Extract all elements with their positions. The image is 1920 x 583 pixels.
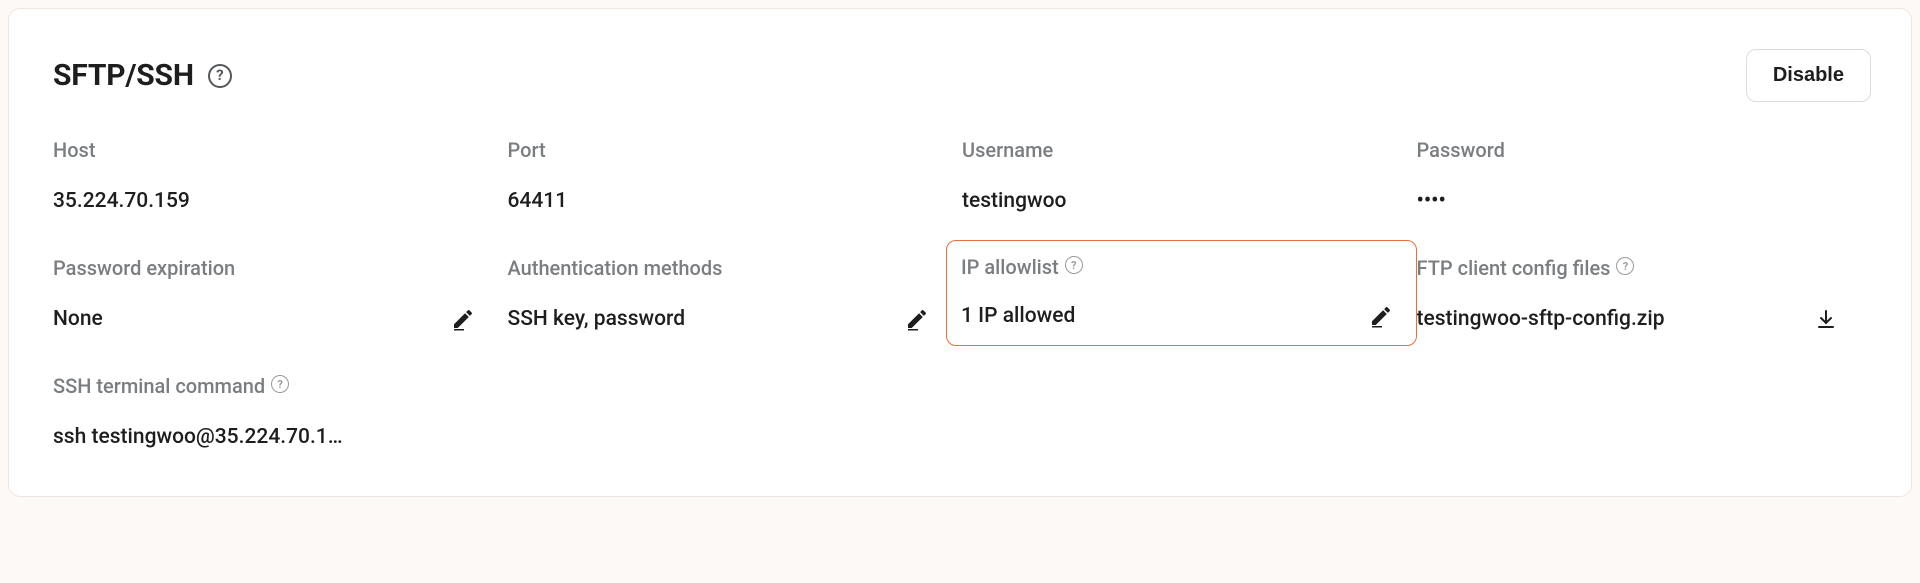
field-value-host: 35.224.70.159 xyxy=(53,189,190,213)
field-port: Port 64411 xyxy=(508,138,963,216)
panel-title: SFTP/SSH xyxy=(53,58,194,93)
ip-allowlist-highlight: IP allowlist ? 1 IP allowed xyxy=(946,240,1417,346)
field-host: Host 35.224.70.159 xyxy=(53,138,508,216)
field-label-port: Port xyxy=(508,138,955,162)
field-label-auth-methods: Authentication methods xyxy=(508,256,955,280)
label-text: FTP client config files xyxy=(1417,256,1611,280)
field-auth-methods: Authentication methods SSH key, password xyxy=(508,256,963,334)
field-password: Password •••• xyxy=(1417,138,1872,216)
help-icon[interactable]: ? xyxy=(271,375,289,393)
label-text: IP allowlist xyxy=(961,255,1059,279)
field-label-password-expiration: Password expiration xyxy=(53,256,500,280)
fields-grid: Host 35.224.70.159 Port 64411 Username t… xyxy=(53,138,1871,334)
panel-title-wrap: SFTP/SSH ? xyxy=(53,58,232,93)
field-ip-allowlist: IP allowlist ? 1 IP allowed xyxy=(962,256,1417,334)
field-value-port: 64411 xyxy=(508,189,568,213)
field-label-host: Host xyxy=(53,138,500,162)
field-value-ssh-command: ssh testingwoo@35.224.70.1… xyxy=(53,425,343,449)
help-icon[interactable]: ? xyxy=(1616,257,1634,275)
edit-icon[interactable] xyxy=(1368,303,1394,329)
help-icon[interactable]: ? xyxy=(208,64,232,88)
field-label-ftp-config: FTP client config files ? xyxy=(1417,256,1864,280)
download-icon[interactable] xyxy=(1813,306,1839,332)
field-username: Username testingwoo xyxy=(962,138,1417,216)
field-label-username: Username xyxy=(962,138,1409,162)
field-password-expiration: Password expiration None xyxy=(53,256,508,334)
label-text: SSH terminal command xyxy=(53,374,265,398)
field-value-password-expiration: None xyxy=(53,307,103,331)
field-value-password: •••• xyxy=(1417,189,1446,213)
sftp-ssh-panel: SFTP/SSH ? Disable Host 35.224.70.159 Po… xyxy=(8,8,1912,497)
edit-icon[interactable] xyxy=(450,306,476,332)
field-value-username: testingwoo xyxy=(962,189,1066,213)
help-icon[interactable]: ? xyxy=(1065,256,1083,274)
field-ftp-config: FTP client config files ? testingwoo-sft… xyxy=(1417,256,1872,334)
field-ssh-command: SSH terminal command ? ssh testingwoo@35… xyxy=(53,374,1871,452)
panel-header: SFTP/SSH ? Disable xyxy=(53,49,1871,102)
field-value-ftp-config: testingwoo-sftp-config.zip xyxy=(1417,307,1665,331)
field-value-auth-methods: SSH key, password xyxy=(508,307,686,331)
field-label-ssh-command: SSH terminal command ? xyxy=(53,374,1871,398)
disable-button[interactable]: Disable xyxy=(1746,49,1871,102)
field-value-ip-allowlist: 1 IP allowed xyxy=(961,304,1075,328)
edit-icon[interactable] xyxy=(904,306,930,332)
field-label-password: Password xyxy=(1417,138,1864,162)
field-label-ip-allowlist: IP allowlist ? xyxy=(961,255,1394,279)
